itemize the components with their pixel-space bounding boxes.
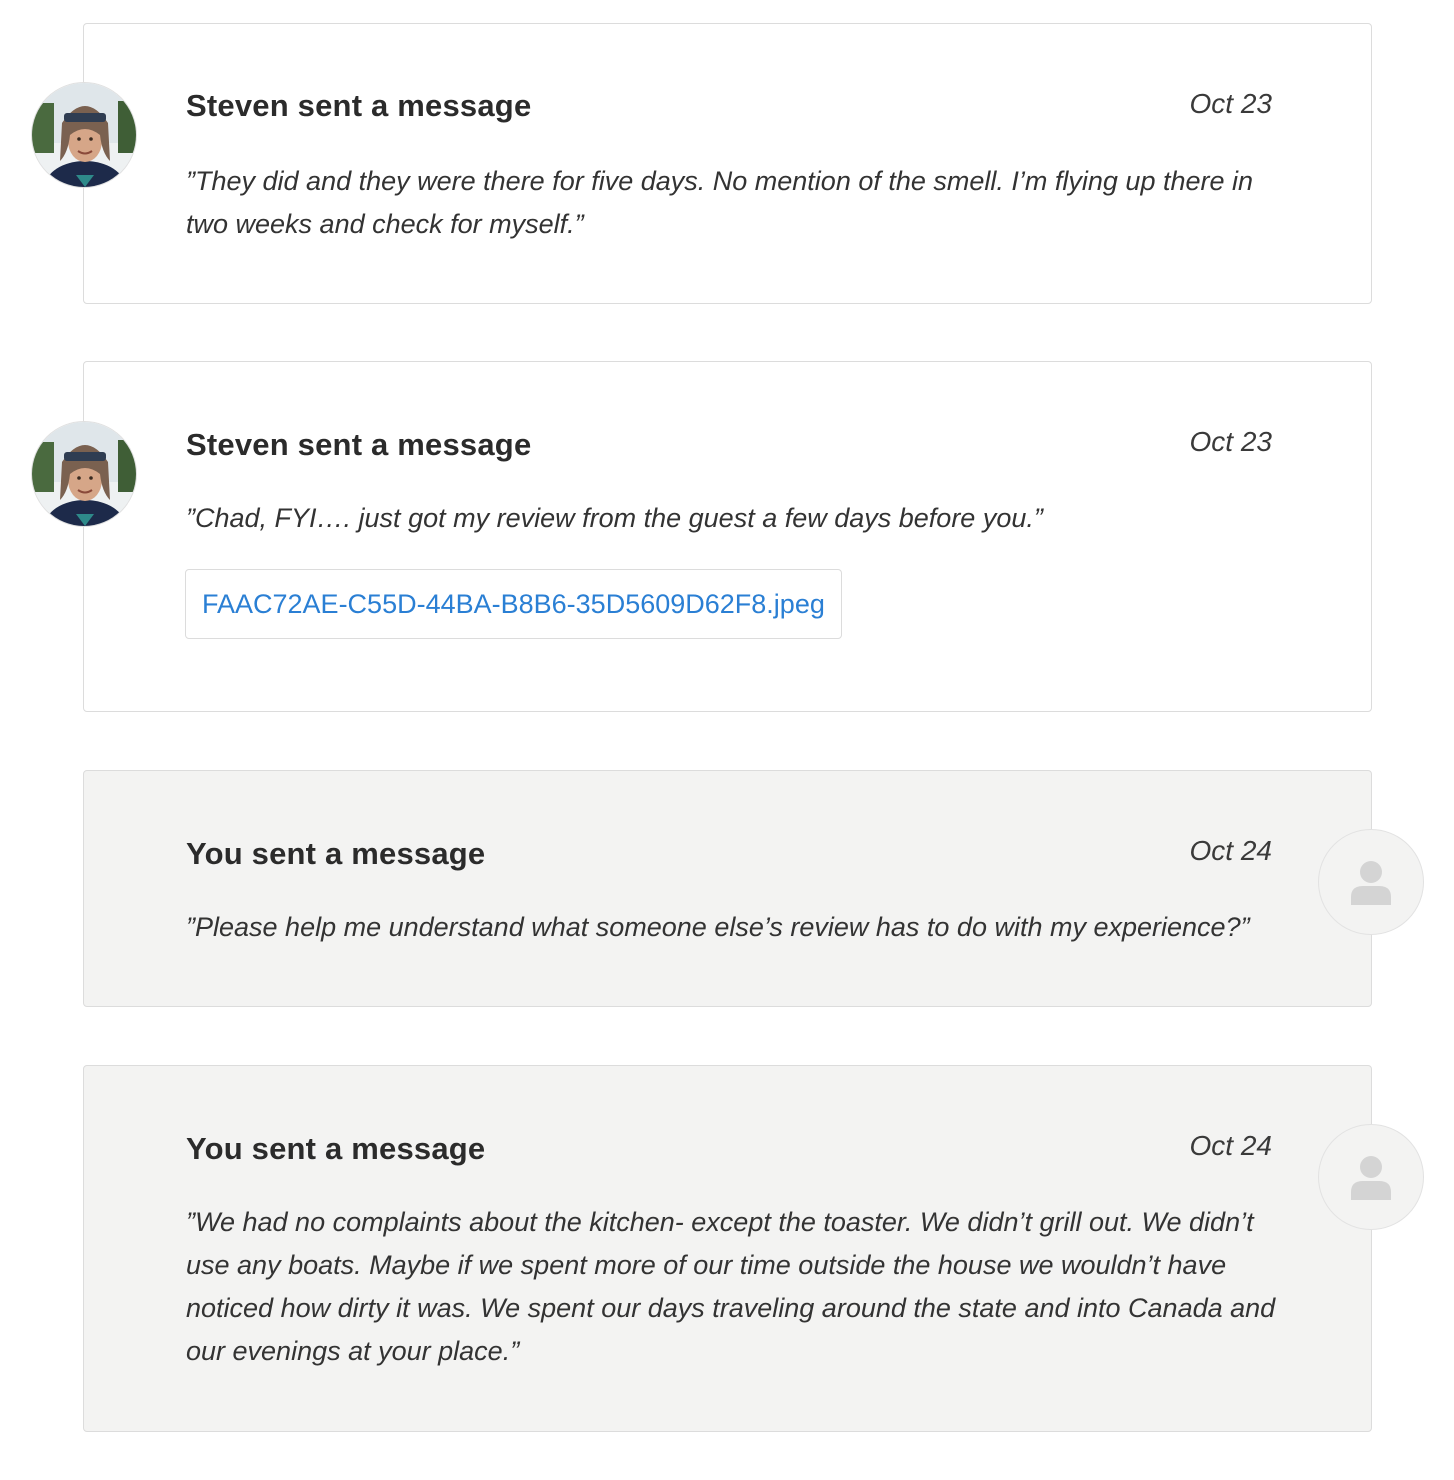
message-card: You sent a message Oct 24 ”Please help m…	[83, 770, 1372, 1007]
message-date: Oct 23	[1189, 88, 1272, 119]
steven-avatar[interactable]	[31, 82, 137, 188]
user-photo-avatar-icon	[32, 422, 136, 526]
steven-avatar[interactable]	[31, 421, 137, 527]
message-title: Steven sent a message	[186, 88, 532, 123]
message-title: You sent a message	[186, 836, 486, 871]
person-placeholder-icon	[1351, 1156, 1391, 1200]
message-body: ”Chad, FYI…. just got my review from the…	[186, 503, 1043, 533]
person-placeholder-icon	[1351, 861, 1391, 905]
own-avatar[interactable]	[1318, 829, 1424, 935]
message-card: You sent a message Oct 24 ”We had no com…	[83, 1065, 1372, 1432]
message-body: ”We had no complaints about the kitchen-…	[186, 1207, 1276, 1366]
message-title: You sent a message	[186, 1131, 486, 1166]
message-date: Oct 24	[1189, 835, 1272, 866]
message-body: ”Please help me understand what someone …	[186, 912, 1250, 942]
message-body: ”They did and they were there for five d…	[186, 166, 1254, 239]
user-photo-avatar-icon	[32, 83, 136, 187]
message-title: Steven sent a message	[186, 427, 532, 462]
attachment-link[interactable]: FAAC72AE-C55D-44BA-B8B6-35D5609D62F8.jpe…	[185, 569, 842, 639]
message-thread: Steven sent a message Oct 23 ”They did a…	[0, 0, 1454, 1480]
message-date: Oct 23	[1189, 426, 1272, 457]
message-card: Steven sent a message Oct 23 ”They did a…	[83, 23, 1372, 304]
message-card: Steven sent a message Oct 23 ”Chad, FYI……	[83, 361, 1372, 712]
own-avatar[interactable]	[1318, 1124, 1424, 1230]
message-date: Oct 24	[1189, 1130, 1272, 1161]
